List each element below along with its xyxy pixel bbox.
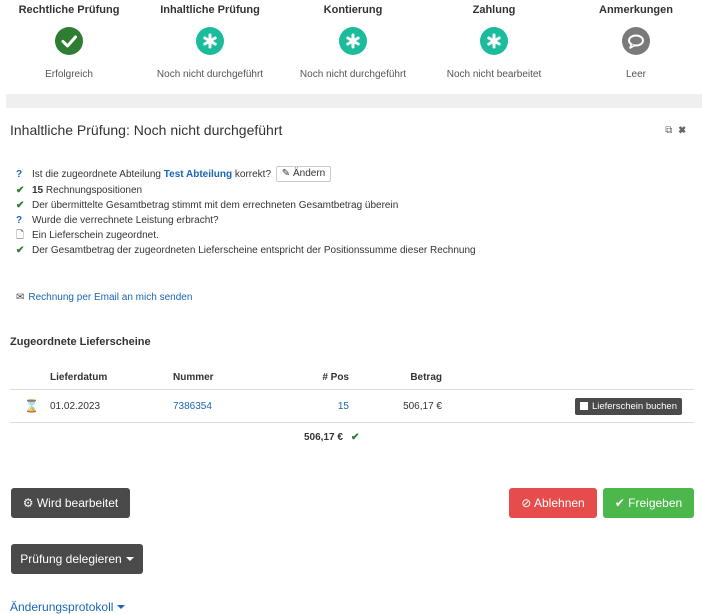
- check-icon: ✔: [16, 245, 25, 256]
- checklist-text: Der übermittelte Gesamtbetrag stimmt mit…: [32, 200, 399, 211]
- email-invoice-link[interactable]: ✉ Rechnung per Email an mich senden: [16, 292, 192, 303]
- review-checklist: ? Ist die zugeordnete Abteilung Test Abte…: [16, 166, 696, 258]
- link-label: Änderungsprotokoll: [10, 600, 114, 614]
- button-label: Ändern: [292, 168, 326, 180]
- step-status: Noch nicht bearbeitet: [446, 69, 542, 80]
- close-icon[interactable]: ✖: [678, 125, 692, 136]
- check-icon: ✔: [350, 432, 360, 443]
- checklist-text: Rechnungspositionen: [45, 185, 143, 196]
- button-label: Lieferschein buchen: [591, 401, 677, 412]
- col-header-number: Nummer: [173, 372, 214, 383]
- col-header-amount: Betrag: [410, 372, 442, 383]
- step-status: Noch nicht durchgeführt: [156, 69, 264, 80]
- question-icon: ?: [16, 169, 23, 180]
- workflow-steps: Rechtliche Prüfung Erfolgreich Inhaltlic…: [0, 0, 702, 94]
- asterisk-circle-icon: [480, 27, 508, 55]
- delivery-date: 01.02.2023: [50, 400, 101, 412]
- divider-band: [6, 94, 702, 108]
- checklist-text: Ist die zugeordnete Abteilung: [32, 169, 161, 180]
- check-icon: ✔: [16, 185, 25, 196]
- check-icon: ✔: [16, 200, 25, 211]
- document-icon: 🗋: [16, 230, 25, 241]
- delivery-number-link[interactable]: 7386354: [173, 390, 212, 422]
- table-row: ⌛ 01.02.2023 7386354 15 506,17 € Liefers…: [10, 390, 694, 423]
- gears-icon: ⚙: [22, 496, 34, 510]
- positions-count: 15: [32, 185, 44, 196]
- section-title: Inhaltliche Prüfung: Noch nicht durchgef…: [10, 122, 283, 138]
- popout-icon[interactable]: ⧉: [665, 125, 678, 136]
- ban-icon: ⊘: [521, 496, 532, 510]
- checklist-text: Ein Lieferschein zugeordnet.: [32, 230, 159, 241]
- checklist-text: Der Gesamtbetrag der zugeordneten Liefer…: [32, 245, 476, 256]
- checklist-text: Wurde die verrechnete Leistung erbracht?: [32, 215, 219, 226]
- envelope-icon: ✉: [16, 292, 25, 303]
- col-header-pos: # Pos: [322, 372, 349, 383]
- button-label: Ablehnen: [534, 496, 585, 510]
- comment-icon: [622, 27, 650, 55]
- col-header-date: Lieferdatum: [50, 372, 108, 383]
- step-title: Rechtliche Prüfung: [18, 4, 120, 16]
- question-icon: ?: [16, 215, 23, 226]
- caret-down-icon: [117, 605, 126, 609]
- delivery-amount: 506,17 €: [403, 400, 442, 412]
- department-link[interactable]: Test Abteilung: [164, 169, 232, 180]
- checklist-item-delivery-sum: ✔ Der Gesamtbetrag der zugeordneten Liefe…: [16, 243, 696, 258]
- in-progress-button[interactable]: ⚙ Wird bearbeitet: [11, 488, 130, 518]
- pencil-icon: ✎: [281, 168, 291, 180]
- change-log-toggle[interactable]: Änderungsprotokoll: [10, 600, 126, 614]
- window-controls: ⧉✖: [665, 125, 692, 136]
- change-department-button[interactable]: ✎ Ändern: [275, 166, 332, 183]
- check-circle-icon: [55, 27, 83, 55]
- checklist-item-service: ? Wurde die verrechnete Leistung erbracht…: [16, 213, 696, 228]
- reject-button[interactable]: ⊘ Ablehnen: [509, 488, 597, 518]
- checklist-item-department: ? Ist die zugeordnete Abteilung Test Abte…: [16, 166, 696, 183]
- deliveries-table-header: Lieferdatum Nummer # Pos Betrag: [10, 366, 694, 390]
- approve-button[interactable]: ✔ Freigeben: [603, 488, 694, 518]
- caret-down-icon: [125, 557, 134, 561]
- checklist-item-total-match: ✔ Der übermittelte Gesamtbetrag stimmt mi…: [16, 198, 696, 213]
- check-icon: ✔: [614, 496, 625, 510]
- button-label: Prüfung delegieren: [20, 552, 122, 566]
- checklist-item-positions: ✔ 15 Rechnungspositionen: [16, 183, 696, 198]
- asterisk-circle-icon: [196, 27, 224, 55]
- link-label: Rechnung per Email an mich senden: [28, 292, 193, 303]
- delegate-dropdown-button[interactable]: Prüfung delegieren: [11, 544, 143, 574]
- button-label: Freigeben: [628, 496, 683, 510]
- book-delivery-button[interactable]: Lieferschein buchen: [574, 398, 682, 415]
- button-label: Wird bearbeitet: [36, 496, 119, 510]
- step-status: Leer: [625, 69, 646, 80]
- step-status: Erfolgreich: [45, 69, 93, 80]
- delivery-pos-link[interactable]: 15: [270, 390, 349, 422]
- checklist-text: korrekt?: [234, 169, 272, 180]
- book-icon: [579, 402, 588, 410]
- deliveries-title: Zugeordnete Lieferscheine: [10, 336, 151, 348]
- step-title: Inhaltliche Prüfung: [160, 4, 260, 16]
- step-title: Kontierung: [323, 4, 383, 16]
- checklist-item-delivery-note: 🗋 Ein Lieferschein zugeordnet.: [16, 228, 696, 243]
- hourglass-icon: ⌛: [24, 399, 39, 413]
- step-title: Zahlung: [472, 4, 516, 16]
- deliveries-total: 506,17 € ✔: [304, 432, 359, 443]
- step-status: Noch nicht durchgeführt: [299, 69, 407, 80]
- asterisk-circle-icon: [339, 27, 367, 55]
- step-title: Anmerkungen: [599, 4, 673, 16]
- total-amount: 506,17 €: [304, 432, 343, 443]
